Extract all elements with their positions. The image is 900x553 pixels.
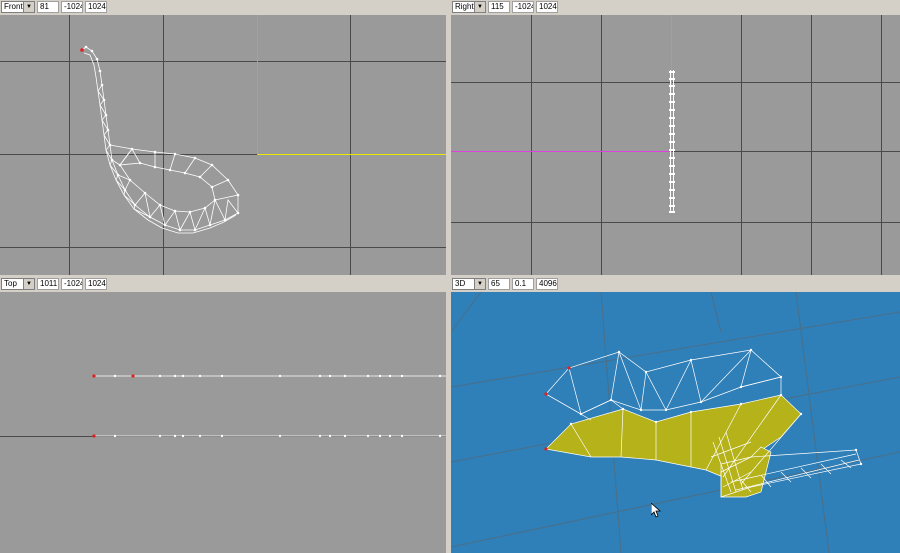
front-toolbar: Front ▼ 81 -1024 1024 xyxy=(0,0,448,15)
top-view-select[interactable]: Top ▼ xyxy=(1,278,35,290)
front-zoom-field[interactable]: 81 xyxy=(37,1,59,13)
dropdown-arrow-icon: ▼ xyxy=(474,2,485,12)
perspective-fov-field[interactable]: 65 xyxy=(488,278,510,290)
top-background xyxy=(0,292,446,553)
dropdown-arrow-icon: ▼ xyxy=(23,279,34,289)
front-background xyxy=(0,15,446,275)
right-zoom-field[interactable]: 115 xyxy=(488,1,510,13)
front-max-field[interactable]: 1024 xyxy=(85,1,107,13)
right-background xyxy=(451,15,900,275)
right-view-label: Right xyxy=(455,2,474,11)
top-max-field[interactable]: 1024 xyxy=(85,278,107,290)
top-toolbar: Top ▼ 1011 -1024 1024 xyxy=(0,277,448,292)
front-canvas[interactable] xyxy=(0,15,448,276)
front-min-field[interactable]: -1024 xyxy=(61,1,83,13)
perspective-far-field[interactable]: 4096 xyxy=(536,278,558,290)
top-zoom-field[interactable]: 1011 xyxy=(37,278,59,290)
right-view-select[interactable]: Right ▼ xyxy=(452,1,486,13)
top-canvas[interactable] xyxy=(0,292,448,553)
dropdown-arrow-icon: ▼ xyxy=(474,279,485,289)
top-min-field[interactable]: -1024 xyxy=(61,278,83,290)
right-min-field[interactable]: -1024 xyxy=(512,1,534,13)
perspective-view-select[interactable]: 3D ▼ xyxy=(452,278,486,290)
right-toolbar: Right ▼ 115 -1024 1024 xyxy=(451,0,900,15)
top-view-label: Top xyxy=(4,279,17,288)
right-viewport[interactable]: Right ▼ 115 -1024 1024 xyxy=(451,0,900,276)
front-viewport[interactable]: Front ▼ 81 -1024 1024 xyxy=(0,0,448,276)
mouse-pointer-icon xyxy=(650,502,662,520)
perspective-near-field[interactable]: 0.1 xyxy=(512,278,534,290)
perspective-toolbar: 3D ▼ 65 0.1 4096 xyxy=(451,277,900,292)
top-viewport[interactable]: Top ▼ 1011 -1024 1024 xyxy=(0,277,448,553)
perspective-view-label: 3D xyxy=(455,279,466,288)
perspective-viewport[interactable]: 3D ▼ 65 0.1 4096 xyxy=(451,277,900,553)
front-selected-vertex xyxy=(80,48,84,52)
right-canvas[interactable] xyxy=(451,15,900,276)
front-view-select[interactable]: Front ▼ xyxy=(1,1,35,13)
perspective-canvas[interactable] xyxy=(451,292,900,553)
front-view-label: Front xyxy=(4,2,23,11)
dropdown-arrow-icon: ▼ xyxy=(23,2,34,12)
right-max-field[interactable]: 1024 xyxy=(536,1,558,13)
